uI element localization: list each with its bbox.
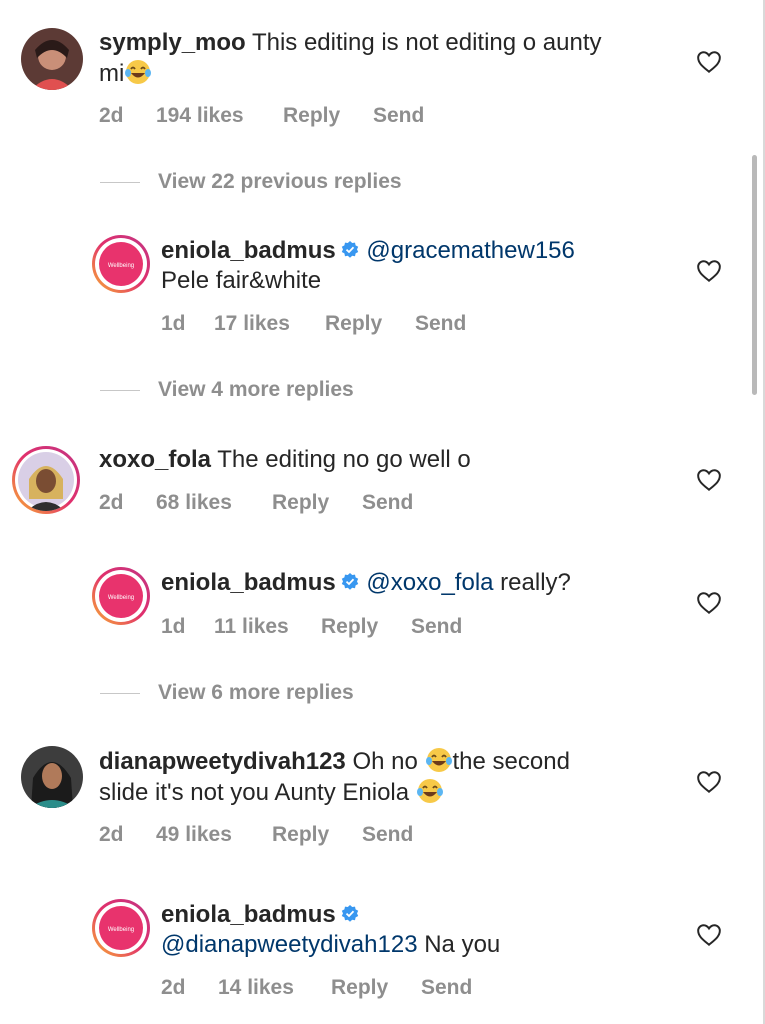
comment-text-line2: slide it's not you Aunty Eniola <box>99 777 444 808</box>
comment-text-line2: mi <box>99 58 152 89</box>
comment-body-line2: mi <box>99 60 125 87</box>
reply-body: really? <box>500 569 571 596</box>
avatar-eniola-badmus[interactable]: Wellbeing <box>95 238 147 290</box>
comment-meta: 2d 194 likes Reply Send <box>99 104 499 130</box>
reply-button[interactable]: Reply <box>283 104 340 128</box>
avatar-symply-moo[interactable] <box>21 28 83 90</box>
mention-link[interactable]: @dianapweetydivah123 <box>161 931 418 958</box>
reply-text: eniola_badmus @xoxo_fola really? <box>161 567 571 598</box>
comment-body: Oh no <box>352 748 418 775</box>
reply-meta: 1d 17 likes Reply Send <box>161 312 561 338</box>
tears-of-joy-emoji-icon <box>416 777 444 805</box>
avatar-dianapweetydivah123[interactable] <box>21 746 83 808</box>
reply-time: 1d <box>161 615 186 638</box>
like-heart-icon[interactable] <box>696 770 722 794</box>
comment-text: dianapweetydivah123 Oh no the second <box>99 746 570 777</box>
comment-body-line2: slide it's not you Aunty Eniola <box>99 779 410 806</box>
reply-button[interactable]: Reply <box>331 976 388 1000</box>
reply-text-line2: @dianapweetydivah123 Na you <box>161 929 500 960</box>
comment-likes[interactable]: 68 likes <box>156 491 232 515</box>
reply-username[interactable]: eniola_badmus <box>161 901 336 928</box>
tears-of-joy-emoji-icon <box>425 746 453 774</box>
replies-divider <box>100 182 140 183</box>
send-button[interactable]: Send <box>411 615 462 639</box>
svg-text:Wellbeing: Wellbeing <box>108 263 134 269</box>
send-button[interactable]: Send <box>415 312 466 336</box>
reply-likes[interactable]: 11 likes <box>214 615 289 639</box>
reply-button[interactable]: Reply <box>321 615 378 639</box>
verified-badge-icon <box>341 241 358 258</box>
svg-text:Wellbeing: Wellbeing <box>108 927 134 933</box>
comment-time: 2d <box>99 491 124 514</box>
like-heart-icon[interactable] <box>696 50 722 74</box>
reply-button[interactable]: Reply <box>272 491 329 515</box>
reply-body: Na you <box>424 931 501 958</box>
comment-body-cont: the second <box>452 748 570 775</box>
reply-button[interactable]: Reply <box>272 823 329 847</box>
avatar-eniola-badmus[interactable]: Wellbeing <box>95 902 147 954</box>
replies-divider <box>100 693 140 694</box>
like-heart-icon[interactable] <box>696 591 722 615</box>
scrollbar[interactable] <box>752 155 757 395</box>
send-button[interactable]: Send <box>373 104 424 128</box>
reply-time: 2d <box>161 976 186 999</box>
avatar-eniola-badmus[interactable]: Wellbeing <box>95 570 147 622</box>
view-replies-button[interactable]: View 6 more replies <box>158 681 354 705</box>
view-replies-button[interactable]: View 4 more replies <box>158 378 354 402</box>
reply-meta: 2d 14 likes Reply Send <box>161 976 561 1002</box>
reply-text: eniola_badmus @gracemathew156 <box>161 235 575 266</box>
reply-button[interactable]: Reply <box>325 312 382 336</box>
reply-username[interactable]: eniola_badmus <box>161 237 336 264</box>
avatar-xoxo-fola[interactable] <box>15 449 77 511</box>
verified-badge-icon <box>341 905 358 922</box>
replies-divider <box>100 390 140 391</box>
reply-body: Pele fair&white <box>161 267 322 294</box>
mention-link[interactable]: @gracemathew156 <box>366 237 574 264</box>
reply-time: 1d <box>161 312 186 335</box>
comment-username[interactable]: xoxo_fola <box>99 446 211 473</box>
reply-likes[interactable]: 17 likes <box>214 312 290 336</box>
comment-time: 2d <box>99 104 124 127</box>
send-button[interactable]: Send <box>362 823 413 847</box>
comment-username[interactable]: symply_moo <box>99 29 246 56</box>
svg-text:Wellbeing: Wellbeing <box>108 595 134 601</box>
comment-meta: 2d 49 likes Reply Send <box>99 823 499 849</box>
like-heart-icon[interactable] <box>696 923 722 947</box>
comment-time: 2d <box>99 823 124 846</box>
verified-badge-icon <box>341 573 358 590</box>
send-button[interactable]: Send <box>421 976 472 1000</box>
like-heart-icon[interactable] <box>696 259 722 283</box>
comment-body: This editing is not editing o aunty <box>251 29 602 56</box>
reply-meta: 1d 11 likes Reply Send <box>161 615 561 641</box>
reply-username[interactable]: eniola_badmus <box>161 569 336 596</box>
comment-text: symply_moo This editing is not editing o… <box>99 27 602 58</box>
like-heart-icon[interactable] <box>696 468 722 492</box>
tears-of-joy-emoji-icon <box>124 58 152 86</box>
reply-likes[interactable]: 14 likes <box>218 976 294 1000</box>
comment-text: xoxo_fola The editing no go well o <box>99 444 471 475</box>
mention-link[interactable]: @xoxo_fola <box>366 569 493 596</box>
comment-body: The editing no go well o <box>217 446 471 473</box>
comment-likes[interactable]: 49 likes <box>156 823 232 847</box>
send-button[interactable]: Send <box>362 491 413 515</box>
comment-username[interactable]: dianapweetydivah123 <box>99 748 346 775</box>
comment-meta: 2d 68 likes Reply Send <box>99 491 499 517</box>
reply-text: eniola_badmus <box>161 899 360 930</box>
view-replies-button[interactable]: View 22 previous replies <box>158 170 402 194</box>
comment-likes[interactable]: 194 likes <box>156 104 244 128</box>
